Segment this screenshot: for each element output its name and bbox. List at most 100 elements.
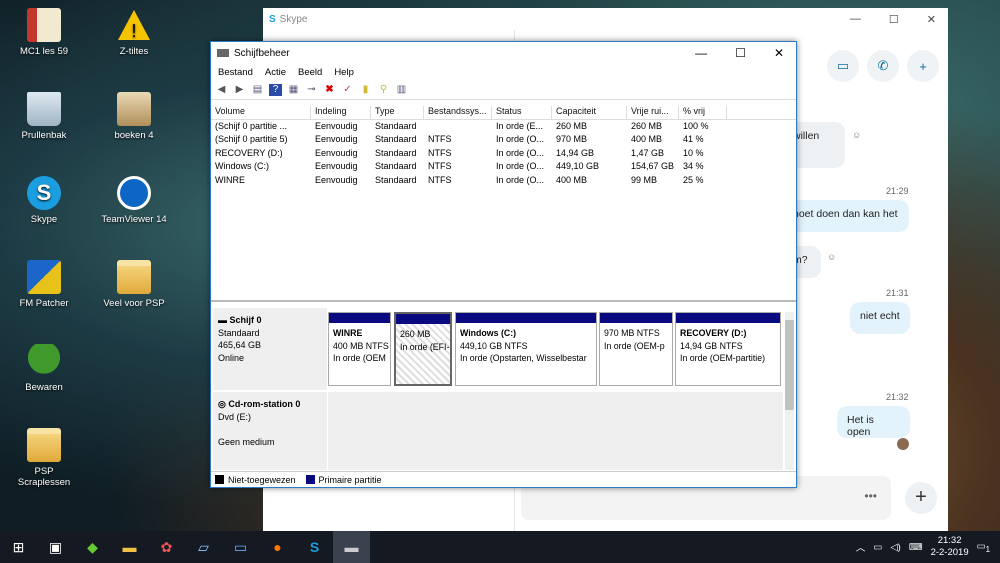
cell-free: 1,47 GB xyxy=(631,147,665,158)
disk-icon: ▬ xyxy=(218,315,230,325)
new-icon[interactable]: ▮ xyxy=(359,84,372,96)
legend: Niet-toegewezen Primaire partitie xyxy=(211,471,796,487)
chevron-up-icon[interactable]: ︿ xyxy=(856,540,866,554)
column-volume[interactable]: Volume xyxy=(211,106,311,119)
unallocated-swatch xyxy=(215,475,224,484)
taskbar: ⊞ ▣ ◆ ▬ ✿ ▱ ▭ ● S ▬ ︿ ▭ ◁) ⌨ 21:32 2-2-20… xyxy=(0,531,1000,563)
skype-taskbar-icon[interactable]: S xyxy=(296,531,333,563)
column-percent-vrij[interactable]: % vrij xyxy=(679,106,727,119)
cell-capacity: 14,94 GB xyxy=(556,147,595,158)
scrollbar[interactable] xyxy=(785,312,794,470)
desktop-icon-bewaren[interactable]: Bewaren xyxy=(8,344,80,393)
menu-actie[interactable]: Actie xyxy=(265,67,286,78)
minimize-icon[interactable]: — xyxy=(850,13,861,26)
table-row[interactable]: (Schijf 0 partitie 5) Eenvoudig Standaard N… xyxy=(211,133,796,146)
desktop-icon-fm-patcher[interactable]: FM Patcher xyxy=(8,260,80,309)
desktop-icon-prullenbak[interactable]: Prullenbak xyxy=(8,92,80,141)
column-indeling[interactable]: Indeling xyxy=(311,106,371,119)
table-row[interactable]: (Schijf 0 partitie ... Eenvoudig Standaard… xyxy=(211,120,796,133)
notepad-icon[interactable]: ▱ xyxy=(185,531,222,563)
cell-volume: RECOVERY (D:) xyxy=(215,147,283,158)
properties-icon[interactable]: ▦ xyxy=(287,84,300,96)
tree-icon xyxy=(27,344,61,378)
settings-list-icon[interactable]: ▥ xyxy=(395,84,408,96)
add-people-button[interactable]: + xyxy=(907,50,939,82)
video-call-button[interactable]: ▭ xyxy=(827,50,859,82)
volume-icon[interactable]: ◁) xyxy=(890,542,900,553)
legend-unallocated: Niet-toegewezen xyxy=(228,474,296,485)
help-icon[interactable]: ? xyxy=(269,83,282,96)
column-type[interactable]: Type xyxy=(371,106,424,119)
window-title: Skype xyxy=(279,13,308,25)
column-status[interactable]: Status xyxy=(492,106,552,119)
firefox-icon[interactable]: ● xyxy=(259,531,296,563)
search-icon[interactable]: ⚲ xyxy=(377,84,390,96)
menu-beeld[interactable]: Beeld xyxy=(298,67,322,78)
maximize-icon[interactable]: ☐ xyxy=(889,13,899,26)
network-tray-icon[interactable]: ▭ xyxy=(873,542,882,553)
desktop-icon-psp-scraplessen[interactable]: PSP Scraplessen xyxy=(8,428,80,488)
column-capaciteit[interactable]: Capaciteit xyxy=(552,106,627,119)
clock[interactable]: 21:32 2-2-2019 xyxy=(931,535,969,559)
column-bestandssysteem[interactable]: Bestandssys... xyxy=(424,106,492,119)
book-icon xyxy=(27,8,61,42)
file-explorer-icon[interactable]: ▬ xyxy=(111,531,148,563)
emoji-icon[interactable]: ☺ xyxy=(852,130,861,140)
desktop-icon-mc1[interactable]: MC1 les 59 xyxy=(8,8,80,57)
delete-icon[interactable]: ✖ xyxy=(323,84,336,96)
app-icon[interactable]: ◆ xyxy=(74,531,111,563)
task-view-icon[interactable]: ▣ xyxy=(37,531,74,563)
list-view-icon[interactable]: ▤ xyxy=(251,84,264,96)
cell-status: In orde (O... xyxy=(496,147,545,158)
system-tray: ︿ ▭ ◁) ⌨ 21:32 2-2-2019 ▭1 xyxy=(856,535,1000,559)
menu-bar: Bestand Actie Beeld Help xyxy=(211,64,796,80)
check-icon[interactable]: ✓ xyxy=(341,84,354,96)
partition-winre[interactable]: WINRE 400 MB NTFS In orde (OEM xyxy=(328,312,391,386)
call-button[interactable]: ✆ xyxy=(867,50,899,82)
skype-icon: S xyxy=(27,176,61,210)
menu-help[interactable]: Help xyxy=(334,67,354,78)
connect-drive-icon[interactable]: ⊸ xyxy=(305,84,318,96)
partition-recovery-d[interactable]: RECOVERY (D:) 14,94 GB NTFS In orde (OEM-p… xyxy=(675,312,781,386)
start-button[interactable]: ⊞ xyxy=(0,531,37,563)
desktop-icon-skype[interactable]: S Skype xyxy=(8,176,80,225)
forward-arrow-icon[interactable]: ▶ xyxy=(233,84,246,96)
desktop-icon-z-tiltes[interactable]: ! Z-tiltes xyxy=(98,8,170,57)
desktop-icon-veel-voor-psp[interactable]: Veel voor PSP xyxy=(98,260,170,309)
partition-efi[interactable]: 260 MB In orde (EFI- xyxy=(394,312,452,386)
cell-percent: 25 % xyxy=(683,174,704,185)
keyboard-icon[interactable]: ⌨ xyxy=(909,542,923,553)
cell-volume: Windows (C:) xyxy=(215,161,270,172)
close-icon[interactable]: ✕ xyxy=(927,13,936,26)
disk-graphical-view: ▬ Schijf 0 Standaard 465,64 GB Online WI… xyxy=(211,304,796,472)
disk0-label[interactable]: ▬ Schijf 0 Standaard 465,64 GB Online xyxy=(213,308,327,390)
network-icon[interactable]: ▭ xyxy=(222,531,259,563)
add-content-button[interactable]: + xyxy=(905,482,937,514)
cell-status: In orde (O... xyxy=(496,134,545,145)
back-arrow-icon[interactable]: ◀ xyxy=(215,84,228,96)
table-row[interactable]: Windows (C:) Eenvoudig Standaard NTFS In ord… xyxy=(211,160,796,173)
maximize-icon[interactable]: ☐ xyxy=(735,46,746,60)
partition-windows-c[interactable]: Windows (C:) 449,10 GB NTFS In orde (Opsta… xyxy=(455,312,597,386)
table-row[interactable]: WINRE Eenvoudig Standaard NTFS In orde (O...… xyxy=(211,174,796,187)
close-icon[interactable]: ✕ xyxy=(774,46,784,60)
disk-management-taskbar-icon[interactable]: ▬ xyxy=(333,531,370,563)
desktop-icon-teamviewer[interactable]: TeamViewer 14 xyxy=(98,176,170,225)
cell-volume: WINRE xyxy=(215,174,245,185)
minimize-icon[interactable]: — xyxy=(695,46,707,60)
dm-titlebar: Schijfbeheer — ☐ ✕ xyxy=(211,42,796,64)
cell-free: 260 MB xyxy=(631,121,663,131)
desktop-icon-boeken[interactable]: boeken 4 xyxy=(98,92,170,141)
notification-icon[interactable]: ▭1 xyxy=(977,541,990,554)
cell-capacity: 970 MB xyxy=(556,134,588,145)
disk-icon xyxy=(217,49,229,57)
column-vrije-ruimte[interactable]: Vrije rui... xyxy=(627,106,679,119)
partition-oem[interactable]: 970 MB NTFS In orde (OEM-p xyxy=(599,312,673,386)
paint-icon[interactable]: ✿ xyxy=(148,531,185,563)
emoji-icon[interactable]: ☺ xyxy=(827,252,836,262)
menu-bestand[interactable]: Bestand xyxy=(218,67,253,78)
table-row[interactable]: RECOVERY (D:) Eenvoudig Standaard NTFS In or… xyxy=(211,147,796,160)
cdrom-label[interactable]: ◎ Cd-rom-station 0 Dvd (E:) Geen medium xyxy=(213,392,327,470)
more-options-icon[interactable]: ••• xyxy=(864,489,877,503)
cell-filesystem: NTFS xyxy=(428,174,452,185)
